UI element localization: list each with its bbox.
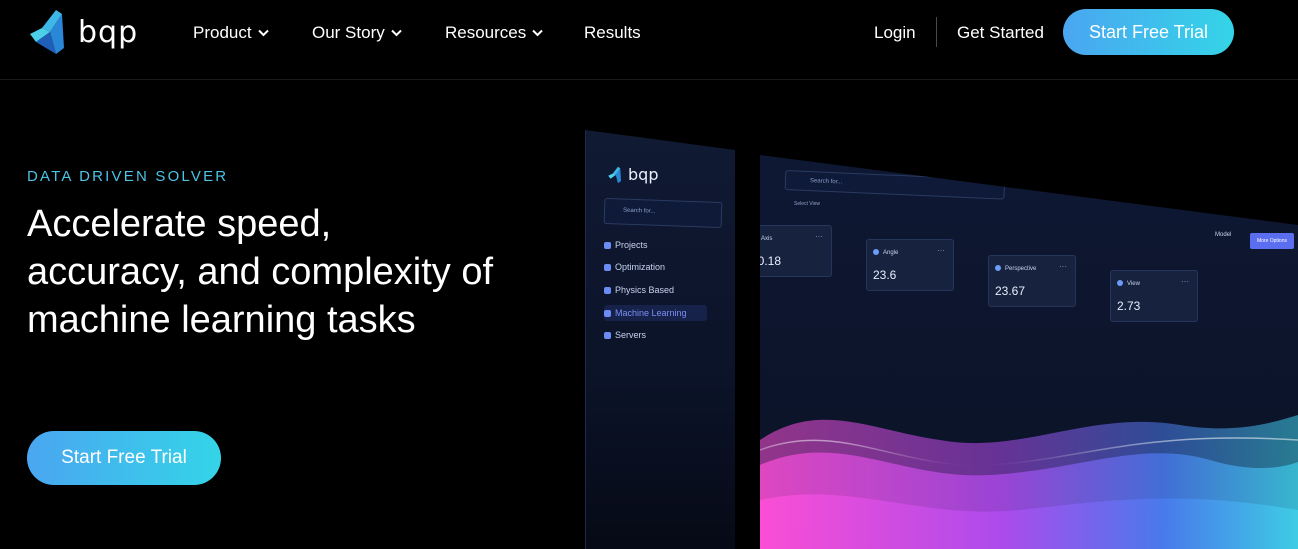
bqp-logo-icon — [30, 10, 64, 54]
metric-value: 50.18 — [751, 254, 782, 268]
mockup-sidebar-item: Physics Based — [604, 285, 674, 295]
metric-card: View ··· 2.73 — [1110, 270, 1198, 322]
metric-value: 23.67 — [995, 284, 1026, 298]
mockup-sidebar-search: Search for... — [603, 197, 723, 229]
status-dot-icon — [995, 265, 1001, 271]
brand-name: bqp — [78, 14, 139, 50]
mockup-sidebar-label: Machine Learning — [615, 308, 687, 318]
metric-value: 2.73 — [1117, 299, 1141, 313]
metric-card: Perspective ··· 23.67 — [988, 255, 1076, 307]
mockup-sidebar-item: Projects — [604, 240, 648, 250]
mockup-more-options: More Options — [1250, 233, 1294, 249]
chevron-down-icon — [532, 29, 543, 37]
top-navigation: bqp Product Our Story Resources Results … — [0, 0, 1298, 80]
mockup-logo: bqp — [606, 165, 658, 184]
metric-label: Angle — [883, 250, 899, 256]
nav-our-story[interactable]: Our Story — [312, 22, 402, 44]
metric-label: Perspective — [1005, 266, 1037, 272]
status-dot-icon — [1117, 280, 1123, 286]
metric-card: Angle ··· 23.6 — [866, 239, 954, 291]
nav-divider — [936, 17, 937, 47]
start-free-trial-button-nav[interactable]: Start Free Trial — [1063, 9, 1234, 55]
mockup-sidebar: bqp Search for... Projects Optimization … — [585, 130, 735, 549]
status-dot-icon — [873, 249, 879, 255]
nav-our-story-label: Our Story — [312, 23, 385, 42]
more-icon: ··· — [815, 232, 823, 241]
circle-icon — [604, 263, 611, 271]
mockup-sidebar-label: Optimization — [615, 262, 666, 272]
product-mockup: bqp Search for... Projects Optimization … — [580, 120, 1298, 549]
get-started-label: Get Started — [957, 23, 1044, 42]
brain-icon — [604, 309, 611, 317]
nav-product[interactable]: Product — [193, 22, 269, 44]
hero-eyebrow: DATA DRIVEN SOLVER — [27, 168, 229, 185]
nav-resources[interactable]: Resources — [445, 22, 543, 44]
mockup-sidebar-item: Servers — [604, 330, 646, 340]
mockup-main-search: Search for... — [784, 170, 1006, 200]
nav-resources-label: Resources — [445, 23, 527, 42]
nav-product-label: Product — [193, 23, 252, 42]
status-dot-icon — [751, 235, 757, 241]
mockup-sidebar-item: Optimization — [604, 262, 665, 272]
cube-icon — [604, 286, 611, 294]
grid-icon — [604, 331, 611, 339]
more-icon: ··· — [1059, 262, 1067, 271]
brand-logo[interactable]: bqp — [26, 8, 138, 56]
metric-label: Axis — [761, 236, 773, 242]
mockup-model-label: Model — [1215, 232, 1232, 238]
login-link[interactable]: Login — [874, 22, 916, 44]
nav-results-label: Results — [584, 23, 641, 42]
mockup-sidebar-label: Physics Based — [615, 285, 675, 295]
more-icon: ··· — [1181, 277, 1189, 286]
mockup-sidebar-item-active: Machine Learning — [604, 305, 707, 321]
chevron-down-icon — [391, 29, 402, 37]
particle-wave-graphic — [760, 415, 1298, 549]
mockup-logo-text: bqp — [628, 165, 659, 184]
get-started-link[interactable]: Get Started — [957, 22, 1044, 44]
start-free-trial-button-hero[interactable]: Start Free Trial — [27, 431, 221, 485]
folder-icon — [604, 241, 611, 249]
mockup-select-view: Select View — [794, 201, 821, 207]
hero-headline: Accelerate speed, accuracy, and complexi… — [27, 203, 494, 341]
chevron-down-icon — [257, 29, 269, 37]
nav-results[interactable]: Results — [584, 22, 641, 44]
mockup-sidebar-label: Servers — [615, 330, 647, 340]
login-label: Login — [874, 23, 916, 42]
bqp-logo-icon — [608, 166, 621, 183]
metric-card: Axis ··· 50.18 — [751, 225, 832, 277]
metric-label: View — [1127, 281, 1140, 287]
mockup-sidebar-label: Projects — [615, 240, 648, 250]
metric-value: 23.6 — [873, 268, 897, 282]
more-icon: ··· — [937, 246, 945, 255]
